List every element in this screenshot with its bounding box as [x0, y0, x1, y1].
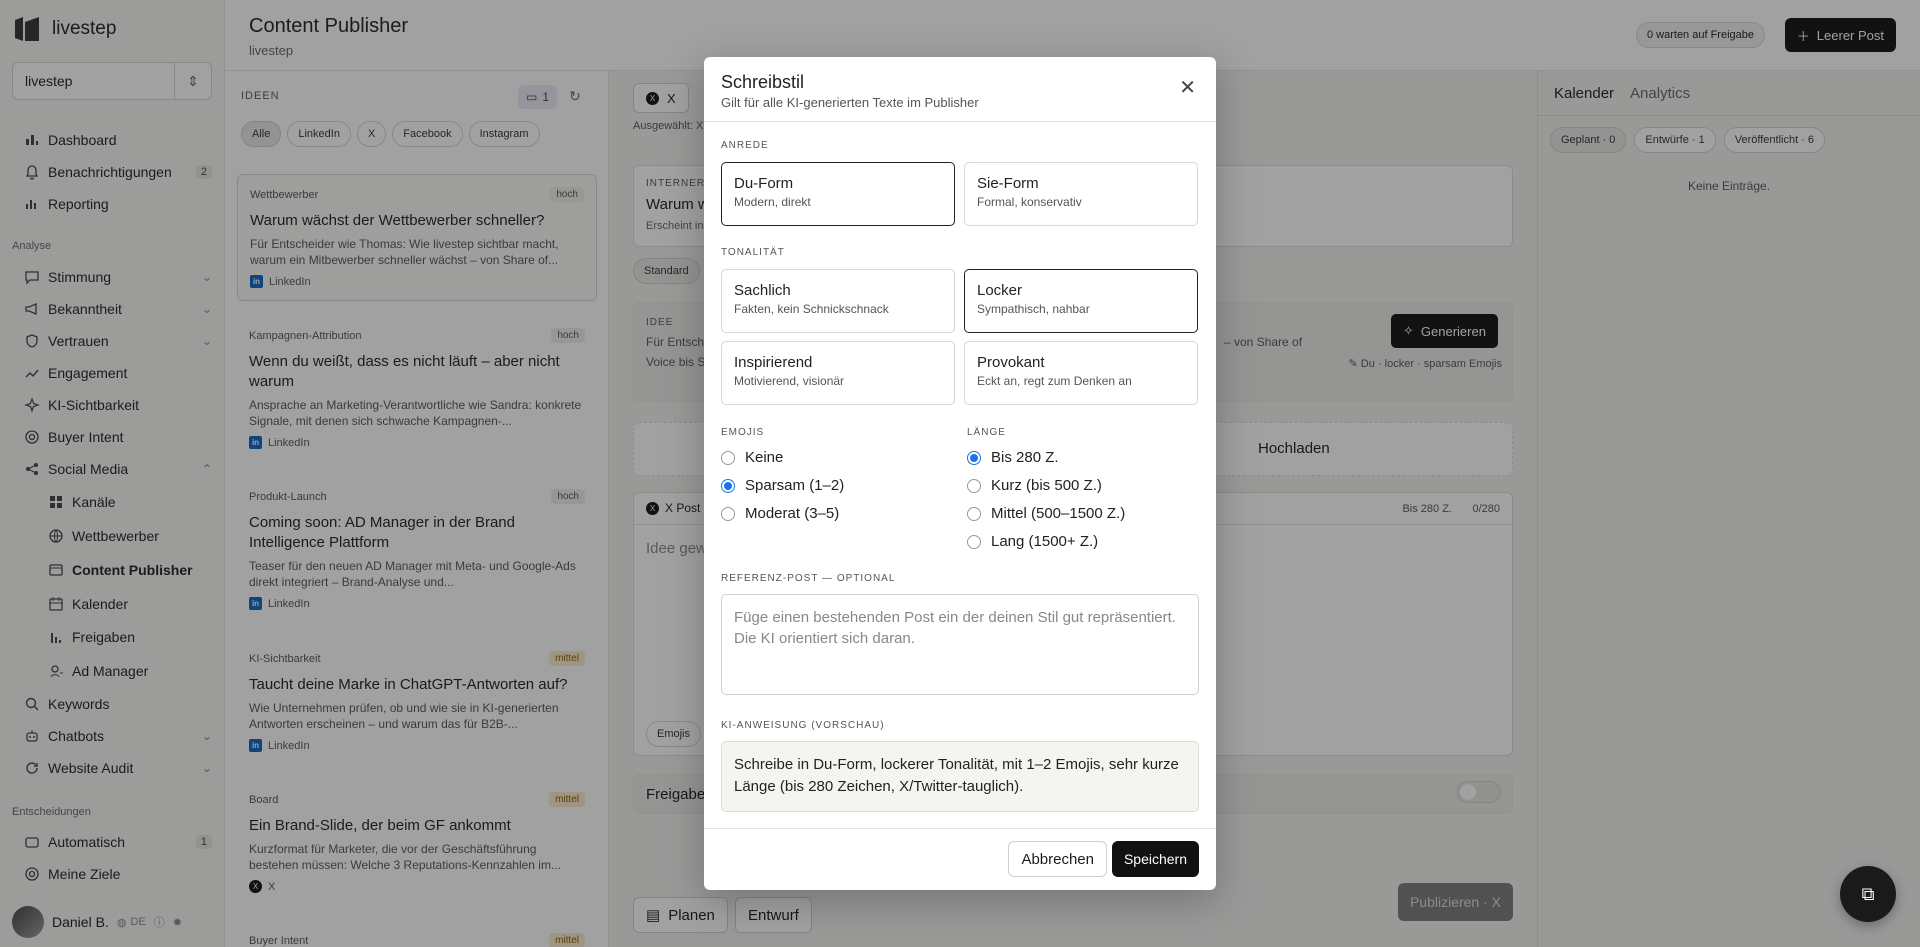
option-inspirierend[interactable]: Inspirierend Motivierend, visionär: [721, 341, 955, 405]
radio-indicator: [721, 506, 735, 521]
option-locker[interactable]: Locker Sympathisch, nahbar: [964, 269, 1198, 333]
radio-indicator: [721, 478, 735, 493]
option-title: Locker: [977, 282, 1023, 299]
tonalitaet-label: TONALITÄT: [721, 247, 785, 258]
option-sachlich[interactable]: Sachlich Fakten, kein Schnickschnack: [721, 269, 955, 333]
bot-icon: ⧉: [1861, 883, 1875, 904]
ai-instruction-preview: Schreibe in Du-Form, lockerer Tonalität,…: [721, 741, 1199, 812]
radio-indicator: [967, 450, 981, 465]
radio-emoji-keine[interactable]: Keine: [721, 449, 783, 466]
option-desc: Sympathisch, nahbar: [977, 302, 1090, 316]
radio-label: Keine: [745, 449, 784, 466]
reference-post-textarea[interactable]: Füge einen bestehenden Post ein der dein…: [721, 594, 1199, 695]
radio-label: Lang (1500+ Z.): [991, 533, 1099, 550]
option-desc: Fakten, kein Schnickschnack: [734, 302, 889, 316]
option-desc: Formal, konservativ: [977, 195, 1082, 209]
radio-indicator: [967, 478, 981, 493]
radio-label: Moderat (3–5): [745, 505, 840, 522]
radio-length-lang[interactable]: Lang (1500+ Z.): [967, 533, 1098, 550]
emojis-label: EMOJIS: [721, 427, 765, 438]
radio-label: Bis 280 Z.: [991, 449, 1059, 466]
option-du-form[interactable]: Du-Form Modern, direkt: [721, 162, 955, 226]
radio-label: Sparsam (1–2): [745, 477, 845, 494]
radio-length-kurz[interactable]: Kurz (bis 500 Z.): [967, 477, 1102, 494]
option-provokant[interactable]: Provokant Eckt an, regt zum Denken an: [964, 341, 1198, 405]
reference-label: REFERENZ-POST — OPTIONAL: [721, 573, 896, 584]
radio-emoji-moderat[interactable]: Moderat (3–5): [721, 505, 839, 522]
option-desc: Motivierend, visionär: [734, 374, 845, 388]
preview-label: KI-ANWEISUNG (VORSCHAU): [721, 720, 885, 731]
option-title: Provokant: [977, 354, 1045, 371]
radio-length-mittel[interactable]: Mittel (500–1500 Z.): [967, 505, 1125, 522]
close-icon[interactable]: ✕: [1179, 75, 1196, 100]
radio-length-280[interactable]: Bis 280 Z.: [967, 449, 1059, 466]
radio-emoji-sparsam[interactable]: Sparsam (1–2): [721, 477, 844, 494]
option-title: Sachlich: [734, 282, 791, 299]
option-desc: Modern, direkt: [734, 195, 811, 209]
laenge-label: LÄNGE: [967, 427, 1006, 438]
cancel-button[interactable]: Abbrechen: [1008, 841, 1107, 877]
option-sie-form[interactable]: Sie-Form Formal, konservativ: [964, 162, 1198, 226]
dialog-subtitle: Gilt für alle KI-generierten Texte im Pu…: [721, 95, 979, 110]
radio-indicator: [967, 534, 981, 549]
radio-indicator: [967, 506, 981, 521]
writing-style-dialog: Schreibstil Gilt für alle KI-generierten…: [704, 57, 1216, 890]
radio-indicator: [721, 450, 735, 465]
dialog-title: Schreibstil: [721, 72, 805, 92]
chatbot-fab[interactable]: ⧉: [1840, 866, 1896, 922]
radio-label: Mittel (500–1500 Z.): [991, 505, 1126, 522]
option-title: Du-Form: [734, 175, 794, 192]
radio-label: Kurz (bis 500 Z.): [991, 477, 1102, 494]
anrede-label: ANREDE: [721, 140, 769, 151]
save-button[interactable]: Speichern: [1111, 841, 1199, 877]
option-title: Sie-Form: [977, 175, 1039, 192]
option-title: Inspirierend: [734, 354, 813, 371]
option-desc: Eckt an, regt zum Denken an: [977, 374, 1132, 388]
